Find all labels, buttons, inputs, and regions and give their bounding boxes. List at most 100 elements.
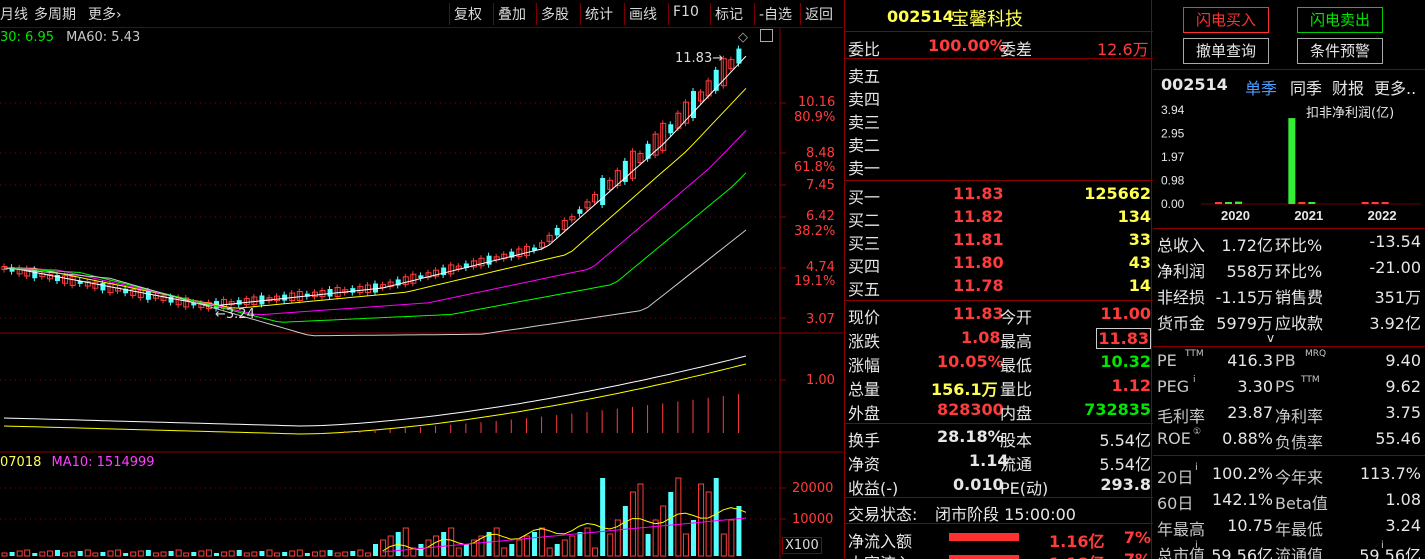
volume-bar xyxy=(629,491,636,557)
mark-button[interactable]: 标记 xyxy=(710,3,747,25)
volume-bar xyxy=(554,544,560,556)
overlay-button[interactable]: 叠加 xyxy=(493,3,530,25)
price-pct-label: 38.2% xyxy=(794,224,836,239)
price-label: 3.07 xyxy=(806,312,835,327)
perf-row: 20日 i 100.2% 今年来 113.7% xyxy=(1157,462,1421,487)
candle-body xyxy=(577,209,583,214)
more-menu[interactable]: 更多› xyxy=(88,4,122,24)
finance-bar xyxy=(1235,201,1242,204)
multi-stock-button[interactable]: 多股 xyxy=(536,3,573,25)
volume-bar xyxy=(55,550,60,556)
fuquan-button[interactable]: 复权 xyxy=(449,3,486,25)
volume-bar xyxy=(84,549,91,557)
volume-bar xyxy=(682,533,689,557)
volume-bar xyxy=(455,547,462,557)
volume-bar xyxy=(62,552,69,557)
volume-bar xyxy=(251,551,258,557)
sell-row[interactable]: 卖三 xyxy=(845,107,1153,132)
buy-row[interactable]: 买五 11.78 14 xyxy=(845,274,1153,299)
volume-bar xyxy=(100,552,106,556)
kline-chart[interactable] xyxy=(0,28,843,559)
finance-bar xyxy=(1371,202,1379,204)
volume-bar xyxy=(107,550,114,557)
ma10-line xyxy=(3,87,747,309)
sell-row[interactable]: 卖四 xyxy=(845,84,1153,109)
stats-button[interactable]: 统计 xyxy=(580,3,617,25)
volume-bar xyxy=(274,552,281,557)
volume-bar xyxy=(152,552,159,557)
volume-unit[interactable]: X100 xyxy=(782,537,822,554)
volume-bar xyxy=(532,532,537,556)
stock-header: 002514 宝馨科技 xyxy=(845,5,1153,31)
outer-disc-row: 外盘 828300 内盘 732835 xyxy=(848,400,1151,423)
volume-bar xyxy=(668,492,674,556)
tab-same-quarter[interactable]: 同季 xyxy=(1290,75,1322,99)
candle-body xyxy=(600,177,606,205)
price-label: 7.45 xyxy=(806,178,835,193)
change-pct-row: 涨幅 10.05% 最低 10.32 xyxy=(848,352,1151,375)
cancel-order-button[interactable]: 撤单查询 xyxy=(1183,38,1269,64)
candle-body xyxy=(282,294,288,301)
buy-row[interactable]: 买一 11.83 125662 xyxy=(845,182,1153,207)
volume-legend: 07018 MA10: 1514999 xyxy=(0,455,155,470)
tab-report[interactable]: 财报 xyxy=(1332,75,1364,99)
volume-bar xyxy=(357,549,364,557)
flash-buy-button[interactable]: 闪电买入 xyxy=(1183,7,1269,33)
volume-bar xyxy=(622,506,628,556)
chart-toolbar: 月线 多周期 更多› 复权 叠加 多股 统计 画线 F10 标记 -自选 返回 xyxy=(0,0,843,28)
volume-bar xyxy=(304,553,310,556)
price-label: 4.74 xyxy=(806,260,835,275)
finance-bar xyxy=(1361,202,1369,204)
volume-bar xyxy=(652,519,659,557)
volume-bar xyxy=(539,527,546,557)
volume-row: 总量 156.1万 量比 1.12 xyxy=(848,376,1151,399)
candle-body xyxy=(259,295,265,305)
sell-row[interactable]: 卖二 xyxy=(845,130,1153,155)
finance-bar xyxy=(1298,202,1306,204)
condition-alert-button[interactable]: 条件预警 xyxy=(1297,38,1383,64)
volume-bar xyxy=(46,550,53,557)
stock-code: 002514 xyxy=(887,7,954,26)
volume-bar xyxy=(236,550,242,556)
candle-body xyxy=(236,300,242,305)
candle-body xyxy=(327,289,333,297)
net-asset-row: 净资 1.14 流通 5.54亿 xyxy=(848,451,1151,474)
volume-bar xyxy=(16,550,23,557)
f10-button[interactable]: F10 xyxy=(668,3,703,25)
volume-bar xyxy=(607,533,614,557)
volume-bar xyxy=(221,551,228,557)
period-monthly[interactable]: 月线 xyxy=(0,4,28,24)
buy-row[interactable]: 买二 11.82 134 xyxy=(845,205,1153,230)
tab-more[interactable]: 更多.. xyxy=(1374,75,1416,99)
volume-bar xyxy=(92,552,99,557)
ma30-line xyxy=(3,172,747,323)
sell-row[interactable]: 卖一 xyxy=(845,153,1153,178)
buy-row[interactable]: 买四 11.80 43 xyxy=(845,251,1153,276)
volume-bar xyxy=(39,551,46,557)
ratio-row: ROE ① 0.88% 负债率 55.46 xyxy=(1157,427,1421,452)
volume-bar xyxy=(592,547,599,557)
perf-row: 年最高 10.75 年最低 3.24 xyxy=(1157,516,1421,539)
buy-row[interactable]: 买三 11.81 33 xyxy=(845,228,1153,253)
price-pct-label: 61.8% xyxy=(794,160,836,175)
multi-period-button[interactable]: 多周期 xyxy=(34,4,76,24)
flash-sell-button[interactable]: 闪电卖出 xyxy=(1297,7,1383,33)
back-button[interactable]: 返回 xyxy=(800,3,837,25)
watchlist-button[interactable]: -自选 xyxy=(754,3,796,25)
volume-bar xyxy=(501,547,508,557)
indicator-label: 1.00 xyxy=(806,373,835,388)
volume-bar xyxy=(402,527,409,557)
tab-quarter[interactable]: 单季 xyxy=(1245,75,1277,99)
perf-row: 总市值 i 59.56亿 流通值 i 59.56亿 xyxy=(1157,540,1421,559)
volume-bar xyxy=(160,551,167,557)
volume-bar xyxy=(9,552,15,556)
finance-panel: 闪电买入 闪电卖出 撤单查询 条件预警 002514 单季 同季 财报 更多..… xyxy=(1153,0,1425,559)
draw-line-button[interactable]: 画线 xyxy=(624,3,661,25)
sell-row[interactable]: 卖五 xyxy=(845,61,1153,86)
volume-bar xyxy=(319,550,326,557)
volume-bar xyxy=(705,491,712,557)
expand-chevron-icon[interactable]: v xyxy=(1267,331,1274,345)
finance-row: 货币金 5979万 应收款 3.92亿 xyxy=(1157,314,1421,333)
volume-bar xyxy=(660,505,667,557)
price-row: 现价 11.83 今开 11.00 xyxy=(848,304,1151,327)
